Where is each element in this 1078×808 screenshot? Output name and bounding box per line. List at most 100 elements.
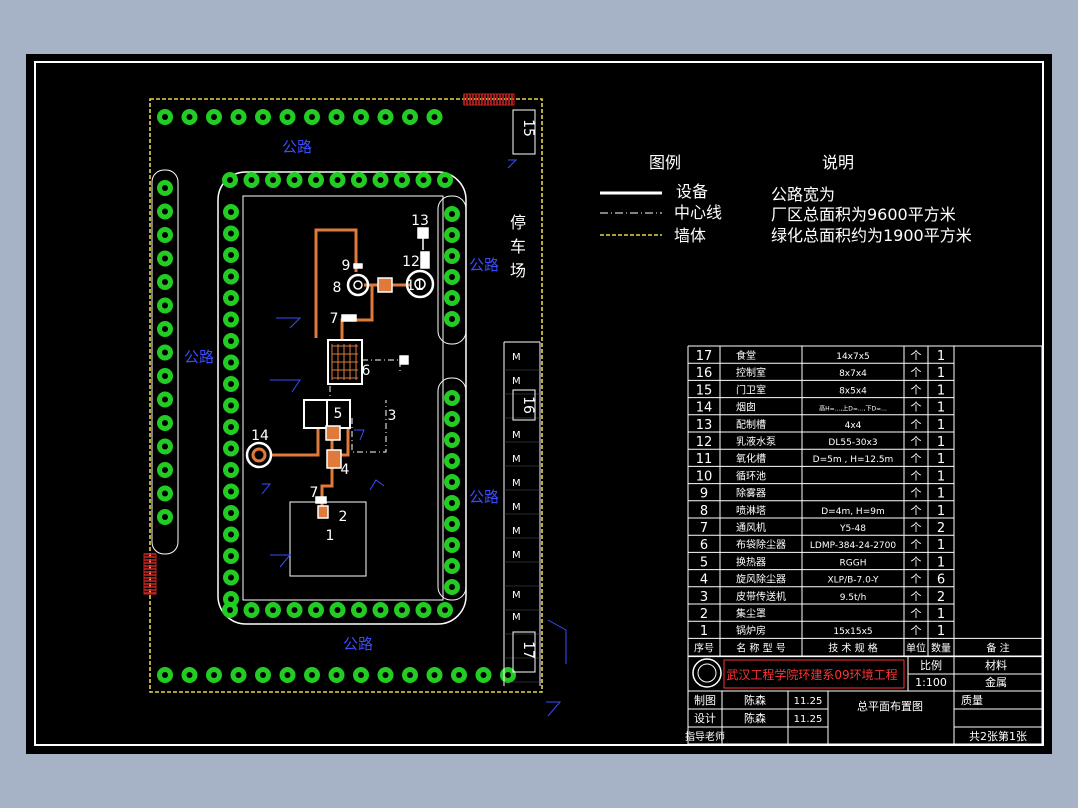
tree-icon (328, 109, 345, 125)
row-name: 氧化槽 (736, 452, 766, 465)
tree-icon (437, 602, 453, 618)
parking-space-mark: M (512, 478, 521, 489)
row-unit: 个 (911, 366, 922, 379)
row-qty: 1 (937, 435, 945, 450)
tree-icon (444, 269, 460, 285)
tree-icon (230, 667, 247, 683)
tree-icon (223, 376, 239, 392)
tree-icon (243, 602, 260, 618)
tree-icon (223, 526, 239, 543)
drawing-sheet (26, 54, 1052, 754)
drawing-title: 总平面布置图 (857, 699, 923, 713)
row-number: 6 (700, 538, 708, 553)
header-name: 名 称 型 号 (736, 641, 786, 654)
parking-space-mark: M (512, 454, 521, 465)
row-name: 配制槽 (736, 418, 766, 431)
tree-icon (444, 411, 460, 427)
weight-label: 质量 (961, 694, 983, 707)
row-qty: 1 (937, 487, 945, 502)
tree-icon (444, 495, 460, 511)
row-unit: 个 (911, 452, 922, 465)
row-spec: 9.5t/h (840, 593, 867, 603)
parking-space-mark: M (512, 526, 521, 537)
tree-icon (223, 462, 239, 478)
notes-line-3: 绿化总面积约为1900平方米 (771, 226, 972, 245)
tree-icon (444, 453, 460, 469)
row-number: 13 (696, 418, 713, 433)
tree-icon (223, 505, 239, 521)
row-qty: 1 (937, 538, 945, 553)
parking-space-mark: M (512, 502, 521, 513)
row-qty: 1 (937, 452, 945, 467)
row-spec: DL55-30x3 (828, 438, 877, 448)
tree-icon (157, 203, 173, 220)
row-qty: 2 (937, 590, 945, 605)
row-spec: 14x7x5 (836, 352, 870, 362)
tree-icon (157, 438, 173, 455)
header-unit: 单位 (906, 641, 926, 654)
row-number: 5 (700, 555, 708, 570)
tree-icon (353, 109, 369, 125)
row-name: 乳液水泵 (736, 435, 776, 448)
tree-icon (372, 602, 389, 618)
row-name: 旋风除尘器 (736, 573, 786, 586)
header-no: 序号 (694, 641, 714, 654)
row-unit: 个 (911, 504, 922, 517)
row-number: 16 (696, 366, 713, 381)
tree-icon (223, 311, 239, 328)
row-number: 17 (696, 349, 713, 364)
equipment-number-12: 12 (402, 254, 420, 270)
school-name: 武汉工程学院环建系09环境工程 (726, 667, 897, 682)
tree-icon (444, 474, 460, 490)
material-label: 材料 (985, 658, 1007, 672)
equipment-number-11: 11 (406, 278, 424, 294)
tree-icon (444, 311, 460, 327)
equipment-number-3: 3 (388, 408, 397, 424)
header-spec: 技 术 规 格 (828, 641, 878, 654)
row-name: 喷淋塔 (736, 504, 766, 517)
row-qty: 2 (937, 521, 945, 536)
row-name: 集尘罩 (736, 607, 766, 620)
tree-icon (444, 248, 460, 264)
legend-title: 图例 (649, 153, 681, 172)
design-by: 陈森 (744, 711, 766, 725)
parking-space-mark: M (512, 612, 521, 623)
parking-slot-16: 16 (520, 396, 536, 414)
row-number: 9 (700, 487, 708, 502)
row-number: 14 (696, 401, 713, 416)
equipment-number-1: 1 (326, 528, 335, 544)
tree-icon (402, 667, 418, 683)
legend-item-wall: 墙体 (674, 226, 706, 245)
legend-item-centerline: 中心线 (674, 203, 722, 222)
tree-icon (157, 368, 173, 384)
tree-icon (444, 390, 460, 406)
tree-icon (394, 602, 410, 618)
row-qty: 1 (937, 383, 945, 398)
tree-icon (157, 415, 173, 431)
tree-icon (223, 440, 239, 457)
parking-label-3: 场 (510, 261, 526, 280)
tree-icon (223, 247, 239, 263)
row-name: 门卫室 (736, 383, 766, 396)
row-number: 2 (700, 607, 708, 622)
tree-icon (223, 225, 239, 242)
header-qty: 数量 (931, 641, 951, 654)
parking-label-1: 停 (510, 213, 526, 232)
row-name: 控制室 (736, 366, 766, 379)
row-qty: 1 (937, 607, 945, 622)
tree-icon (223, 333, 239, 349)
tree-icon (206, 109, 222, 125)
row-spec: 8x5x4 (839, 386, 867, 396)
tree-icon (157, 321, 173, 337)
row-name: 烟囱 (736, 401, 756, 414)
material-value: 金属 (985, 675, 1007, 689)
tree-icon (353, 667, 369, 683)
parking-space-mark: M (512, 352, 521, 363)
equipment-number-4: 4 (341, 462, 350, 478)
tree-icon (157, 667, 173, 683)
tree-icon (206, 667, 222, 683)
tree-icon (223, 354, 239, 371)
tree-icon (329, 602, 346, 618)
row-unit: 个 (911, 555, 922, 568)
equipment-number-5: 5 (334, 406, 343, 422)
